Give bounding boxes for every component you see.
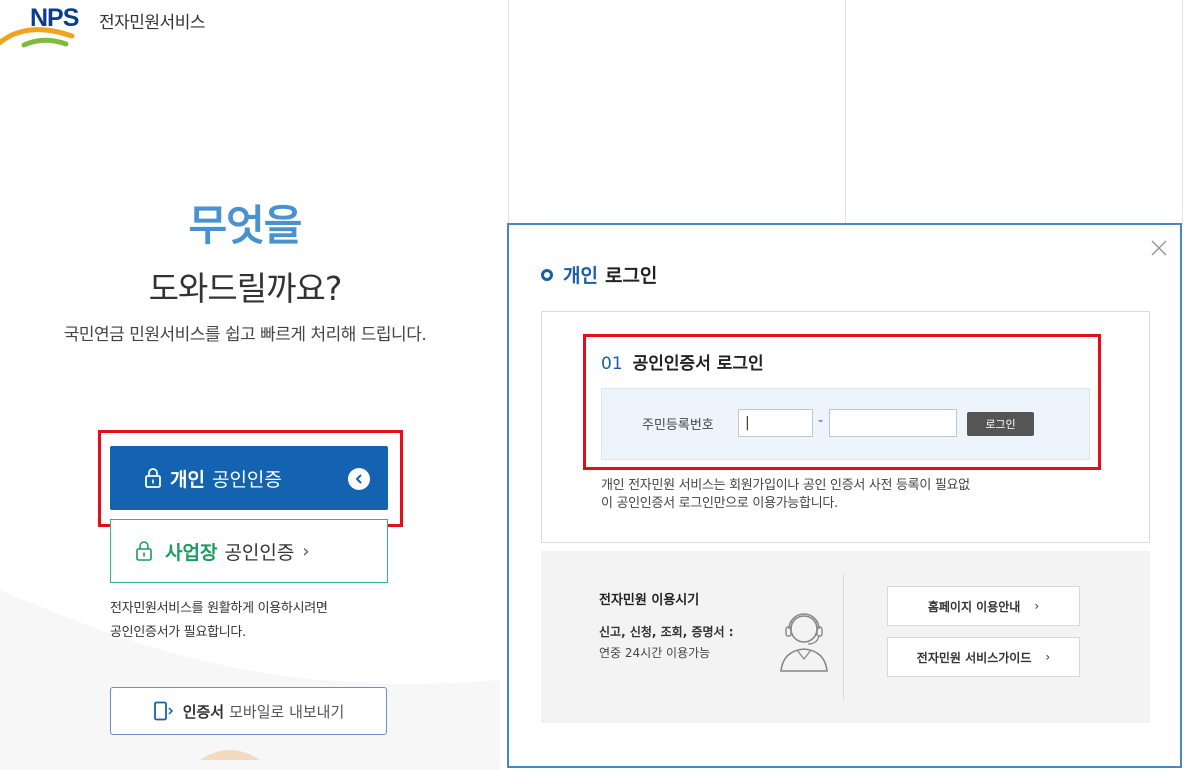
business-cert-button[interactable]: 사업장 공인인증 › (110, 519, 388, 583)
popup-title-blue: 개인 (563, 265, 598, 287)
popup-title-rest: 로그인 (604, 265, 658, 287)
lock-icon (135, 541, 153, 561)
nps-logo[interactable]: NPS 전자민원서비스 (0, 0, 300, 52)
hero-title-line2: 도와드릴까요? (148, 269, 343, 308)
close-icon[interactable] (1150, 239, 1168, 261)
chevron-right-icon: › (1034, 599, 1040, 613)
business-label-strong: 사업장 (165, 541, 218, 564)
popup-title: 개인 로그인 (541, 261, 657, 288)
highlight-box-personal (98, 430, 403, 527)
hero-title-line1: 무엇을 (188, 201, 303, 250)
column-divider (845, 0, 846, 225)
service-hours-scope: 신고, 신청, 조회, 증명서 : (599, 625, 734, 639)
service-hours-value: 연중 24시간 이용가능 (599, 646, 711, 660)
hero-subtitle: 국민연금 민원서비스를 쉽고 빠르게 처리해 드립니다. (63, 325, 427, 345)
desc-line2: 이 공인인증서 로그인만으로 이용가능합니다. (601, 496, 838, 511)
logo-brand: NPS (30, 4, 79, 32)
cert-required-note: 전자민원서비스를 원활하게 이용하시려면 공인인증서가 필요합니다. (110, 597, 410, 645)
service-hours-title: 전자민원 이용시기 (599, 593, 700, 608)
homepage-guide-button[interactable]: 홈페이지 이용안내 › (887, 586, 1080, 626)
highlight-box-cert-login (583, 334, 1101, 470)
phone-export-icon (153, 701, 175, 721)
note-line1: 전자민원서비스를 원활하게 이용하시려면 (110, 601, 328, 616)
service-guide-button[interactable]: 전자민원 서비스가이드 › (887, 637, 1080, 677)
decorative-background-shape (0, 590, 500, 770)
logo-subtitle: 전자민원서비스 (99, 13, 205, 33)
column-divider (1182, 0, 1183, 225)
service-hours-section: 전자민원 이용시기 신고, 신청, 조회, 증명서 : 연중 24시간 이용가능… (541, 551, 1150, 723)
desc-line1: 개인 전자민원 서비스는 회원가입이나 공인 인증서 사전 등록이 필요없 (601, 478, 970, 493)
chevron-right-icon: › (1045, 650, 1051, 664)
column-divider (508, 0, 509, 225)
business-label-rest: 공인인증 (224, 541, 295, 564)
cert-login-description: 개인 전자민원 서비스는 회원가입이나 공인 인증서 사전 등록이 필요없 이 … (601, 477, 1101, 513)
mobile-label-strong: 인증서 (182, 702, 225, 721)
info-divider (843, 573, 844, 701)
service-guide-label: 전자민원 서비스가이드 (916, 650, 1032, 665)
homepage-guide-label: 홈페이지 이용안내 (927, 599, 1021, 614)
chevron-right-icon: › (302, 540, 310, 562)
note-line2: 공인인증서가 필요합니다. (110, 625, 246, 640)
export-cert-mobile-button[interactable]: 인증서 모바일로 내보내기 (110, 687, 387, 735)
agent-headset-icon (780, 613, 828, 672)
personal-login-popup: 개인 로그인 01 공인인증서 로그인 주민등록번호 | - 로그인 개인 전자민… (507, 223, 1182, 768)
bullet-ring-icon (541, 268, 553, 281)
mobile-label-rest: 모바일로 내보내기 (229, 702, 345, 721)
